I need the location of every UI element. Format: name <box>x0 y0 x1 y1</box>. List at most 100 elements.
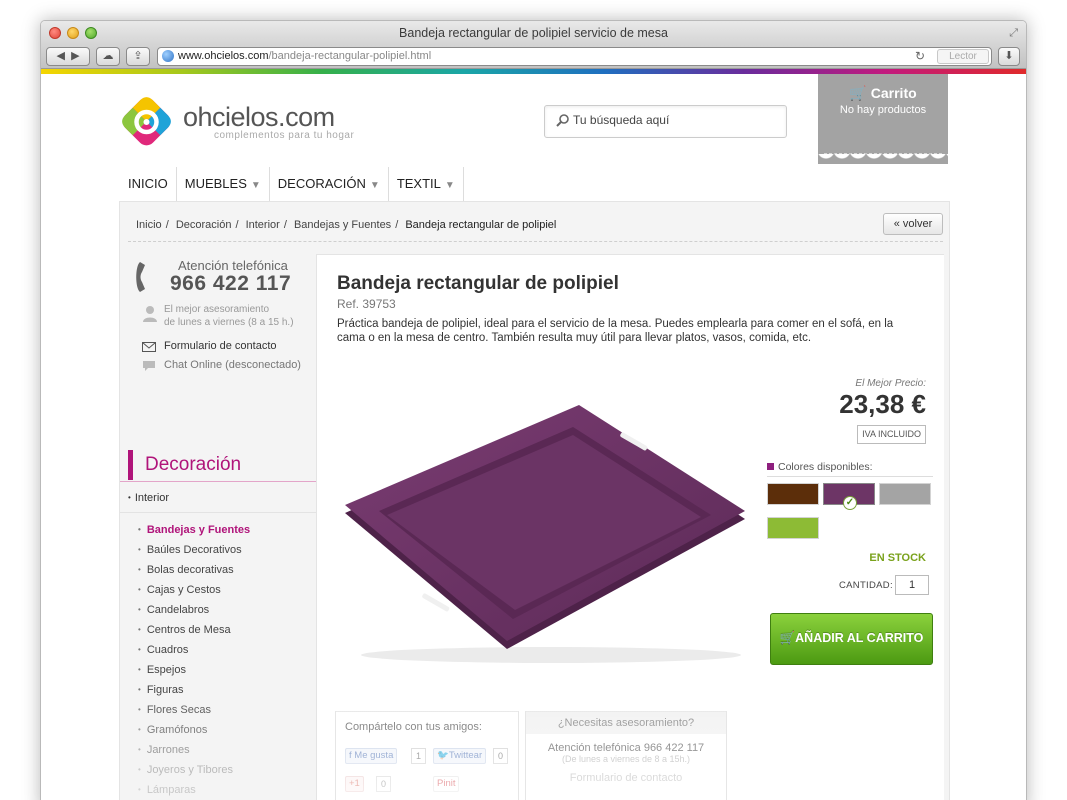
sidebar-divider <box>120 512 318 513</box>
add-to-cart-label: AÑADIR AL CARRITO <box>795 631 924 645</box>
sidebar-heading: Decoración <box>120 450 318 482</box>
help-phone: Atención telefónica 966 422 117 <box>547 742 705 754</box>
nav-item-label: DECORACIÓN <box>277 176 366 191</box>
breadcrumb-bar: Inicio / Decoración / Interior / Bandejas y… <box>120 202 951 242</box>
breadcrumb-link[interactable]: Bandejas y Fuentes <box>294 219 391 231</box>
logo-icon[interactable] <box>119 94 174 149</box>
twitter-count: 0 <box>493 748 509 764</box>
search-input[interactable] <box>573 113 773 127</box>
search-box[interactable] <box>544 105 787 138</box>
back-button[interactable]: « volver <box>883 213 943 235</box>
sidebar-item[interactable]: Baúles Decorativos <box>138 540 316 560</box>
browser-toolbar: ◀ ▶ ☁ ⇪ www.ohcielos.com/bandeja-rectang… <box>41 45 1026 69</box>
share-box: Compártelo con tus amigos: f Me gusta 1 … <box>335 690 519 800</box>
color-swatch-morado[interactable]: ✓ <box>823 483 875 510</box>
breadcrumb-current: Bandeja rectangular de polipiel <box>405 219 557 231</box>
share-button[interactable]: ⇪ <box>126 47 150 66</box>
caret-down-icon: ▼ <box>369 180 380 191</box>
reader-button[interactable]: Lector <box>937 49 989 64</box>
minimize-window-button[interactable] <box>67 27 79 39</box>
sidebar-item[interactable]: Gramófonos <box>138 720 316 740</box>
twitter-icon: 🐦 <box>437 750 449 761</box>
back-forward-buttons[interactable]: ◀ ▶ <box>46 47 90 66</box>
search-icon[interactable] <box>556 114 569 127</box>
product-price: 23,38 € <box>839 389 926 419</box>
reload-icon[interactable]: ↻ <box>915 48 925 65</box>
download-icon: ⬇ <box>1004 50 1014 62</box>
breadcrumb-link[interactable]: Decoración <box>176 219 232 231</box>
chat-icon <box>143 361 155 371</box>
sidebar-item[interactable]: Flores Secas <box>138 700 316 720</box>
sidebar-item[interactable]: Cuadros <box>138 640 316 660</box>
color-swatch-verde[interactable] <box>767 517 819 539</box>
selected-check-icon: ✓ <box>843 496 857 510</box>
contact-form-link[interactable]: Formulario de contacto <box>164 340 277 352</box>
nav-item-label: INICIO <box>128 176 168 191</box>
quantity-input[interactable] <box>895 575 929 595</box>
sidebar-item[interactable]: Bandejas y Fuentes <box>138 520 316 540</box>
nav-item-label: MUEBLES <box>184 176 247 191</box>
caret-down-icon: ▼ <box>250 180 261 191</box>
twitter-button[interactable]: 🐦Twittear <box>433 748 487 764</box>
advice-hours: de lunes a viernes (8 a 15 h.) <box>164 317 294 328</box>
brand-tagline: complementos para tu hogar <box>214 130 355 141</box>
sidebar-item[interactable]: Bolas decorativas <box>138 560 316 580</box>
phone-attention-label: Atención telefónica <box>178 258 288 273</box>
cart-widget[interactable]: 🛒 Carrito No hay productos <box>818 74 948 164</box>
breadcrumb-link[interactable]: Inicio <box>136 219 162 231</box>
nav-item-muebles[interactable]: MUEBLES ▼ <box>175 167 269 201</box>
cart-status: No hay productos <box>839 104 927 116</box>
sidebar-title: Decoración <box>145 454 242 475</box>
sidebar-item[interactable]: Centros de Mesa <box>138 620 316 640</box>
downloads-button[interactable]: ⬇ <box>998 47 1020 66</box>
sidebar-item[interactable]: Lámparas <box>138 780 316 800</box>
icloud-tabs-button[interactable]: ☁ <box>96 47 120 66</box>
breadcrumb-divider <box>128 241 943 242</box>
nav-item-label: TEXTIL <box>396 176 441 191</box>
gplus-count: 0 <box>376 776 392 792</box>
facebook-like-button[interactable]: f Me gusta <box>345 748 398 764</box>
nav-item-decoracion[interactable]: DECORACIÓN ▼ <box>268 167 388 201</box>
sidebar-item[interactable]: Jarrones <box>138 740 316 760</box>
nav-item-textil[interactable]: TEXTIL ▼ <box>387 167 463 201</box>
sidebar-item[interactable]: Joyeros y Tibores <box>138 760 316 780</box>
phone-icon <box>136 262 145 292</box>
cart-title: Carrito <box>870 85 917 101</box>
help-form-link[interactable]: Formulario de contacto <box>526 772 726 784</box>
mail-icon <box>142 342 156 352</box>
sidebar-section-interior[interactable]: Interior <box>128 492 169 504</box>
sidebar-item[interactable]: Figuras <box>138 680 316 700</box>
sidebar-item[interactable]: Espejos <box>138 660 316 680</box>
fullscreen-icon[interactable]: ⤢ <box>1009 26 1018 40</box>
cart-icon: 🛒 <box>849 85 867 101</box>
add-to-cart-button[interactable]: 🛒AÑADIR AL CARRITO <box>770 613 933 665</box>
close-window-button[interactable] <box>49 27 61 39</box>
nav-item-inicio[interactable]: INICIO <box>119 167 176 201</box>
window-title: Bandeja rectangular de polipiel servicio… <box>399 26 668 40</box>
gplus-button[interactable]: +1 <box>345 776 364 792</box>
brand-name[interactable]: ohcielos.com <box>183 102 335 133</box>
web-page: ohcielos.com complementos para tu hogar … <box>41 74 1026 800</box>
back-arrow-icon[interactable]: ◀ <box>56 50 64 62</box>
address-bar[interactable]: www.ohcielos.com/bandeja-rectangular-pol… <box>157 47 992 66</box>
window-controls <box>49 27 97 39</box>
product-description: Práctica bandeja de polipiel, ideal para… <box>337 318 894 344</box>
sidebar-item[interactable]: Candelabros <box>138 600 316 620</box>
url-path: /bandeja-rectangular-polipiel.html <box>268 50 432 62</box>
url-host: www.ohcielos.com <box>178 50 269 62</box>
product-image[interactable] <box>341 405 761 665</box>
product-ref: Ref. 39753 <box>337 297 396 311</box>
heading-accent-bar <box>128 450 133 480</box>
color-swatch-gris[interactable] <box>879 483 931 505</box>
breadcrumb-link[interactable]: Interior <box>246 219 280 231</box>
chat-status[interactable]: Chat Online (desconectado) <box>164 359 301 371</box>
quantity-label: CANTIDAD: <box>839 580 893 591</box>
forward-arrow-icon[interactable]: ▶ <box>71 50 79 62</box>
sidebar-category-list: Bandejas y FuentesBaúles DecorativosBola… <box>138 520 316 800</box>
pinterest-button[interactable]: Pinit <box>433 776 460 792</box>
sidebar-item[interactable]: Cajas y Cestos <box>138 580 316 600</box>
zoom-window-button[interactable] <box>85 27 97 39</box>
color-swatch-marron[interactable] <box>767 483 819 505</box>
title-bar: Bandeja rectangular de polipiel servicio… <box>41 21 1026 45</box>
phone-number[interactable]: 966 422 117 <box>170 272 291 296</box>
